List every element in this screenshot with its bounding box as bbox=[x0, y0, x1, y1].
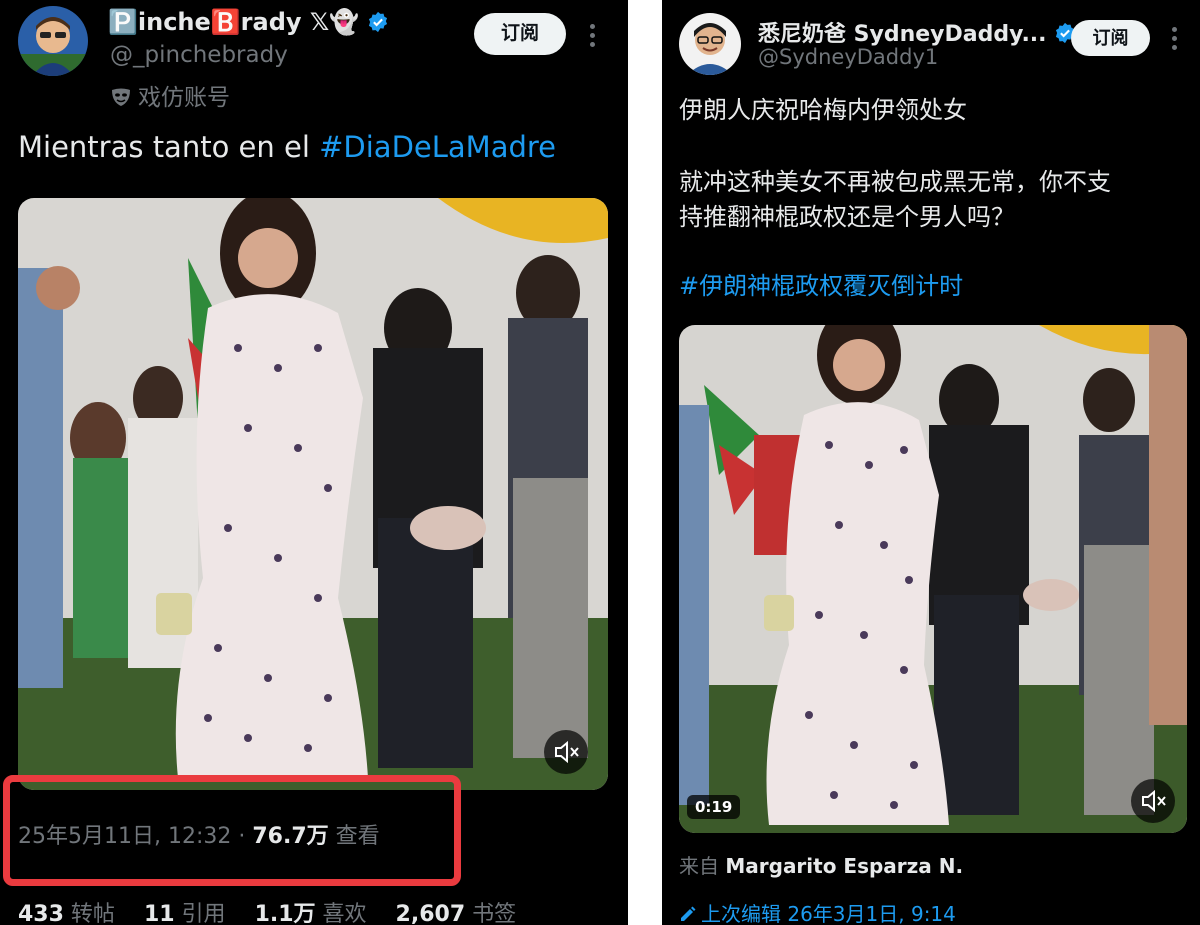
author-name[interactable]: 悉尼奶爸 SydneyDaddy... bbox=[758, 16, 1076, 48]
hashtag-link[interactable]: #伊朗神棍政权覆灭倒计时 bbox=[679, 266, 963, 301]
video-player[interactable] bbox=[18, 198, 608, 790]
author-name[interactable]: 🅿️inche🅱️rady 𝕏👻 bbox=[108, 8, 389, 36]
video-duration: 0:19 bbox=[687, 795, 741, 819]
subscribe-button[interactable]: 订阅 bbox=[1071, 20, 1150, 56]
parody-label: 戏仿账号 bbox=[110, 78, 230, 112]
hashtag-link[interactable]: #DiaDeLaMadre bbox=[319, 130, 556, 164]
video-frame-image bbox=[18, 198, 608, 790]
highlight-annotation-box bbox=[3, 775, 461, 886]
engagement-stats: 433 转帖 11 引用 1.1万 喜欢 2,607 书签 bbox=[18, 896, 538, 925]
right-tweet-panel: 悉尼奶爸 SydneyDaddy... @SydneyDaddy1 订阅 伊朗人… bbox=[662, 0, 1200, 925]
edit-history-link[interactable]: 上次编辑 26年3月1日, 9:14 bbox=[679, 898, 956, 925]
source-author-link[interactable]: Margarito Esparza N. bbox=[725, 854, 963, 878]
tweet-text: Mientras tanto en el #DiaDeLaMadre bbox=[18, 130, 556, 164]
tweet-text-line-1: 伊朗人庆祝哈梅内伊领处女 bbox=[679, 96, 967, 124]
speaker-muted-icon bbox=[1142, 789, 1166, 813]
more-options-icon[interactable] bbox=[590, 24, 596, 51]
author-handle[interactable]: @_pinchebrady bbox=[110, 42, 288, 68]
subscribe-button[interactable]: 订阅 bbox=[474, 13, 566, 55]
tweet-text-line-3: 持推翻神棍政权还是个男人吗？ bbox=[679, 203, 1015, 231]
verified-badge-icon bbox=[369, 11, 388, 33]
author-avatar[interactable] bbox=[679, 13, 741, 75]
more-options-icon[interactable] bbox=[1172, 27, 1178, 54]
mute-button[interactable] bbox=[544, 730, 588, 774]
video-frame-image bbox=[679, 325, 1187, 833]
mask-icon bbox=[112, 88, 130, 106]
pencil-icon bbox=[681, 906, 696, 921]
video-source-attribution: 来自 Margarito Esparza N. bbox=[679, 854, 964, 878]
author-handle[interactable]: @SydneyDaddy1 bbox=[758, 45, 938, 69]
author-avatar[interactable] bbox=[18, 6, 88, 76]
quotes-stat[interactable]: 11 引用 bbox=[144, 902, 226, 925]
speaker-muted-icon bbox=[555, 740, 579, 764]
retweets-stat[interactable]: 433 转帖 bbox=[18, 902, 115, 925]
video-player[interactable]: 0:19 bbox=[679, 325, 1187, 833]
bookmarks-stat[interactable]: 2,607 书签 bbox=[396, 902, 517, 925]
likes-stat[interactable]: 1.1万 喜欢 bbox=[255, 902, 367, 925]
tweet-text-line-2: 就冲这种美女不再被包成黑无常，你不支 bbox=[679, 168, 1111, 196]
mute-button[interactable] bbox=[1131, 779, 1175, 823]
left-tweet-panel: 🅿️inche🅱️rady 𝕏👻 @_pinchebrady 戏仿账号 订阅 M… bbox=[0, 0, 628, 925]
